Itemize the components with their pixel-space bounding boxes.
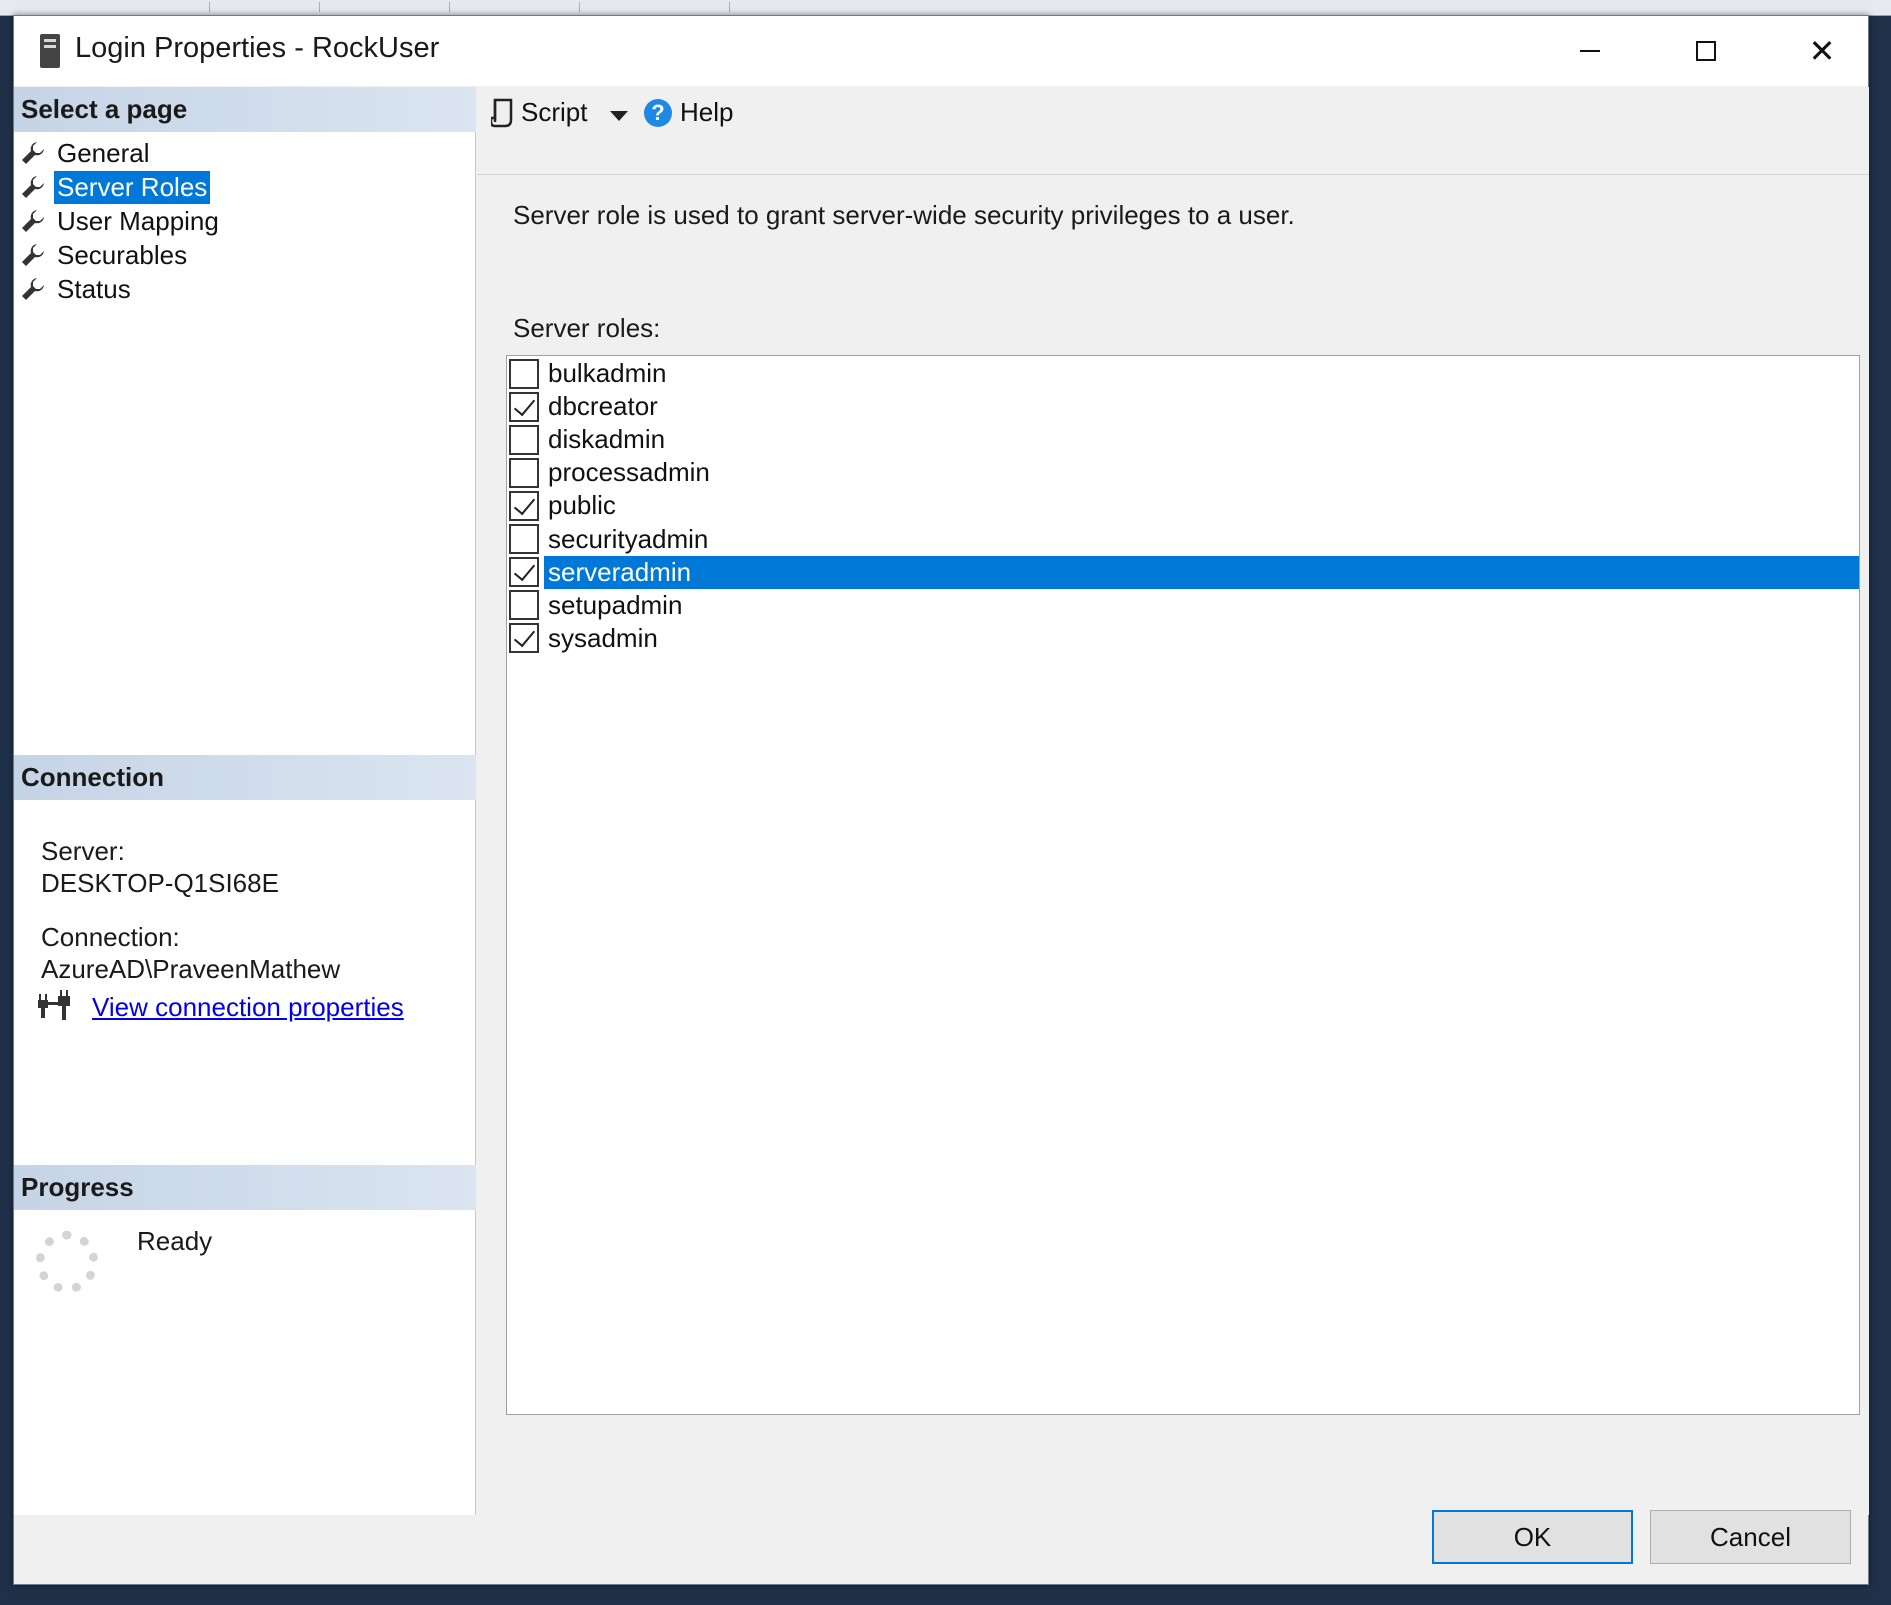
- role-checkbox[interactable]: [509, 490, 539, 521]
- connection-header: Connection: [14, 755, 476, 800]
- left-panel: Select a page General Server Roles User Ma…: [14, 87, 476, 1515]
- title-bar: Login Properties - RockUser ✕: [14, 16, 1868, 86]
- script-button[interactable]: Script: [491, 97, 587, 128]
- role-checkbox[interactable]: [509, 623, 539, 654]
- role-checkbox[interactable]: [509, 424, 539, 455]
- role-checkbox[interactable]: [509, 457, 539, 488]
- page-item-label: Server Roles: [54, 170, 211, 204]
- role-row-serveradmin[interactable]: serveradmin: [507, 555, 1859, 589]
- role-name: setupadmin: [548, 589, 683, 620]
- script-dropdown-icon[interactable]: [610, 111, 628, 121]
- select-page-header: Select a page: [14, 87, 476, 132]
- help-label: Help: [680, 97, 734, 127]
- background-toolbar-segment: [580, 2, 730, 12]
- role-checkbox[interactable]: [509, 358, 539, 389]
- page-item-label: Securables: [57, 239, 188, 270]
- page-item-user-mapping[interactable]: User Mapping: [20, 204, 222, 238]
- role-row-dbcreator[interactable]: dbcreator: [507, 390, 1859, 423]
- script-icon: [491, 98, 513, 127]
- role-name: public: [548, 490, 616, 521]
- close-button[interactable]: ✕: [1764, 16, 1880, 86]
- page-item-securables[interactable]: Securables: [20, 238, 222, 272]
- role-row-processadmin[interactable]: processadmin: [507, 456, 1859, 489]
- page-item-label: Status: [57, 273, 131, 304]
- dialog-toolbar: Script ? Help: [477, 87, 1869, 175]
- background-app-toolbar: [0, 0, 1891, 16]
- page-item-server-roles[interactable]: Server Roles: [20, 170, 222, 204]
- role-name: securityadmin: [548, 523, 709, 554]
- progress-header: Progress: [14, 1165, 476, 1210]
- role-row-bulkadmin[interactable]: bulkadmin: [507, 357, 1859, 390]
- server-info: Server: DESKTOP-Q1SI68E: [41, 835, 279, 899]
- background-toolbar-segment: [320, 2, 450, 12]
- wrench-icon: [22, 244, 44, 266]
- page-item-general[interactable]: General: [20, 136, 222, 170]
- minimize-icon: [1580, 50, 1600, 52]
- connection-info: Connection: AzureAD\PraveenMathew: [41, 921, 340, 985]
- server-value: DESKTOP-Q1SI68E: [41, 868, 279, 898]
- server-roles-label: Server roles:: [513, 313, 661, 343]
- role-checkbox[interactable]: [509, 590, 539, 621]
- connection-label: Connection:: [41, 922, 180, 952]
- role-name: sysadmin: [548, 622, 658, 653]
- help-button[interactable]: ? Help: [644, 97, 733, 128]
- role-checkbox[interactable]: [509, 391, 539, 422]
- close-icon: ✕: [1808, 33, 1836, 69]
- script-label: Script: [521, 97, 588, 127]
- role-name: serveradmin: [544, 555, 1859, 589]
- background-toolbar-segment: [210, 2, 320, 12]
- page-description: Server role is used to grant server-wide…: [513, 200, 1295, 230]
- role-row-public[interactable]: public: [507, 489, 1859, 522]
- window-title: Login Properties - RockUser: [75, 32, 440, 64]
- role-row-diskadmin[interactable]: diskadmin: [507, 423, 1859, 456]
- wrench-icon: [22, 210, 44, 232]
- maximize-icon: [1696, 41, 1716, 61]
- role-name: dbcreator: [548, 391, 658, 422]
- background-toolbar-segment: [450, 2, 580, 12]
- connection-plug-icon: [38, 990, 70, 1020]
- progress-status: Ready: [137, 1226, 213, 1256]
- wrench-icon: [22, 278, 44, 300]
- right-panel: Script ? Help Server role is used to gra…: [477, 87, 1869, 1515]
- role-checkbox[interactable]: [509, 557, 539, 588]
- minimize-button[interactable]: [1532, 16, 1648, 86]
- page-item-label: General: [57, 137, 150, 168]
- server-icon: [40, 34, 60, 68]
- progress-spinner-icon: [36, 1231, 98, 1293]
- role-name: diskadmin: [548, 424, 666, 455]
- role-row-securityadmin[interactable]: securityadmin: [507, 523, 1859, 556]
- wrench-icon: [22, 176, 44, 198]
- cancel-button[interactable]: Cancel: [1650, 1510, 1851, 1564]
- server-roles-list[interactable]: bulkadmin dbcreator diskadmin processadmin p…: [506, 355, 1860, 1415]
- view-connection-row: View connection properties: [36, 990, 404, 1024]
- role-name: bulkadmin: [548, 358, 667, 388]
- role-row-sysadmin[interactable]: sysadmin: [507, 622, 1859, 655]
- page-list: General Server Roles User Mapping Securable…: [20, 136, 222, 306]
- role-name: processadmin: [548, 457, 710, 488]
- maximize-button[interactable]: [1648, 16, 1764, 86]
- login-properties-dialog: Login Properties - RockUser ✕ Select a p…: [13, 15, 1869, 1585]
- help-icon: ?: [644, 98, 672, 127]
- page-item-status[interactable]: Status: [20, 272, 222, 306]
- wrench-icon: [22, 142, 44, 164]
- background-toolbar-segment: [90, 2, 210, 12]
- ok-button[interactable]: OK: [1432, 1510, 1633, 1564]
- role-row-setupadmin[interactable]: setupadmin: [507, 589, 1859, 622]
- page-item-label: User Mapping: [57, 205, 219, 236]
- role-checkbox[interactable]: [509, 524, 539, 554]
- connection-value: AzureAD\PraveenMathew: [41, 954, 341, 984]
- server-label: Server:: [41, 836, 125, 866]
- view-connection-properties-link[interactable]: View connection properties: [92, 992, 404, 1023]
